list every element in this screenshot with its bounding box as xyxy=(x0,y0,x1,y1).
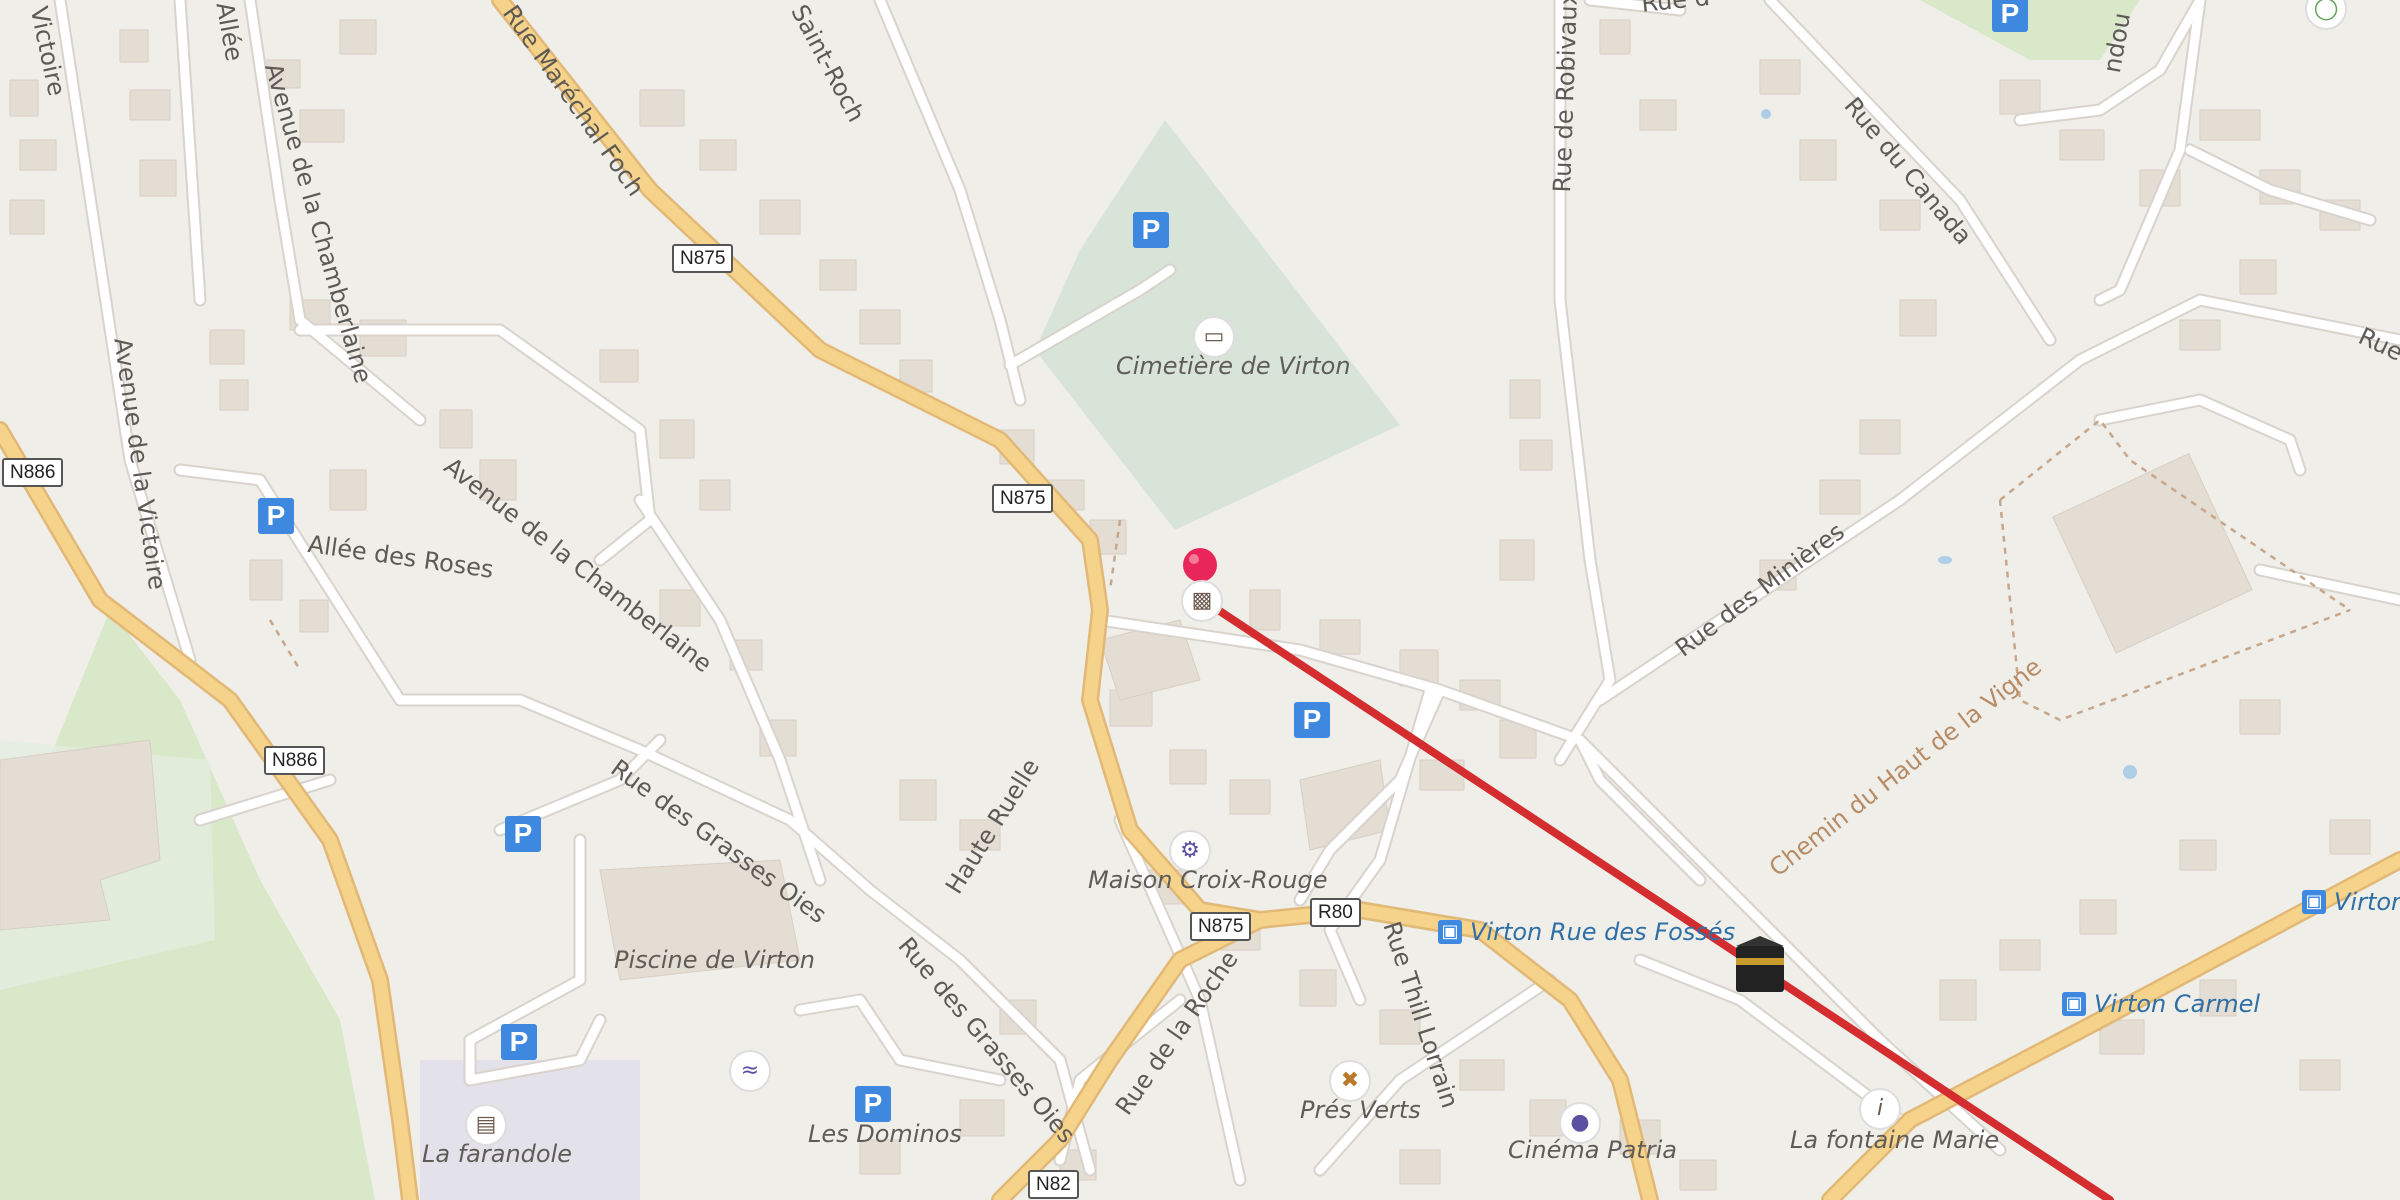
pond-small xyxy=(1761,109,1771,119)
bus-stop-label-rue-des-fosses: Virton Rue des Fossés xyxy=(1470,918,1736,946)
parking-icon[interactable]: P xyxy=(1133,212,1169,248)
bus-stop-label-carmel: Virton Carmel xyxy=(2094,990,2261,1018)
information-icon[interactable]: i xyxy=(1859,1088,1901,1130)
parking-icon[interactable]: P xyxy=(1294,702,1330,738)
pond xyxy=(2123,765,2137,779)
swimming-icon[interactable]: ≈ xyxy=(729,1050,771,1092)
road-shield-n875: N875 xyxy=(992,484,1054,513)
place-label-cimetiere: Cimetière de Virton xyxy=(1116,352,1351,380)
place-label-la-farandole: La farandole xyxy=(422,1140,572,1168)
place-of-worship-icon[interactable] xyxy=(1736,936,1784,992)
road-shield-r80: R80 xyxy=(1310,898,1361,927)
parking-icon[interactable]: P xyxy=(505,816,541,852)
place-label-maison-croix-rouge: Maison Croix-Rouge xyxy=(1088,866,1328,894)
bus-stop-icon[interactable]: ▣ xyxy=(1438,920,1462,944)
parking-icon[interactable]: P xyxy=(1992,0,2028,32)
road-shield-n886: N886 xyxy=(2,458,64,487)
factory-icon[interactable]: ▩ xyxy=(1181,580,1223,622)
pond-tiny xyxy=(1938,556,1952,564)
road-shield-n886: N886 xyxy=(264,746,326,775)
road-shield-n875: N875 xyxy=(1190,912,1252,941)
bus-stop-icon[interactable]: ▣ xyxy=(2062,992,2086,1016)
place-label-les-dominos: Les Dominos xyxy=(808,1120,962,1148)
place-label-piscine: Piscine de Virton xyxy=(614,946,815,974)
parking-icon[interactable]: P xyxy=(258,498,294,534)
bus-stop-label-virton: Virton xyxy=(2334,888,2400,916)
minor-roads xyxy=(53,0,2400,1187)
road-shield-n875: N875 xyxy=(672,244,734,273)
place-label-cinema-patria: Cinéma Patria xyxy=(1508,1136,1677,1164)
minor-roads-fill xyxy=(55,0,2400,1185)
place-label-la-fontaine-marie: La fontaine Marie xyxy=(1790,1126,2000,1154)
parking-icon[interactable]: P xyxy=(501,1024,537,1060)
bus-stop-icon[interactable]: ▣ xyxy=(2302,890,2326,914)
parking-icon[interactable]: P xyxy=(855,1086,891,1122)
place-label-pres-verts: Prés Verts xyxy=(1300,1096,1421,1124)
school-area xyxy=(420,1060,640,1200)
road-shield-n82: N82 xyxy=(1028,1170,1079,1199)
